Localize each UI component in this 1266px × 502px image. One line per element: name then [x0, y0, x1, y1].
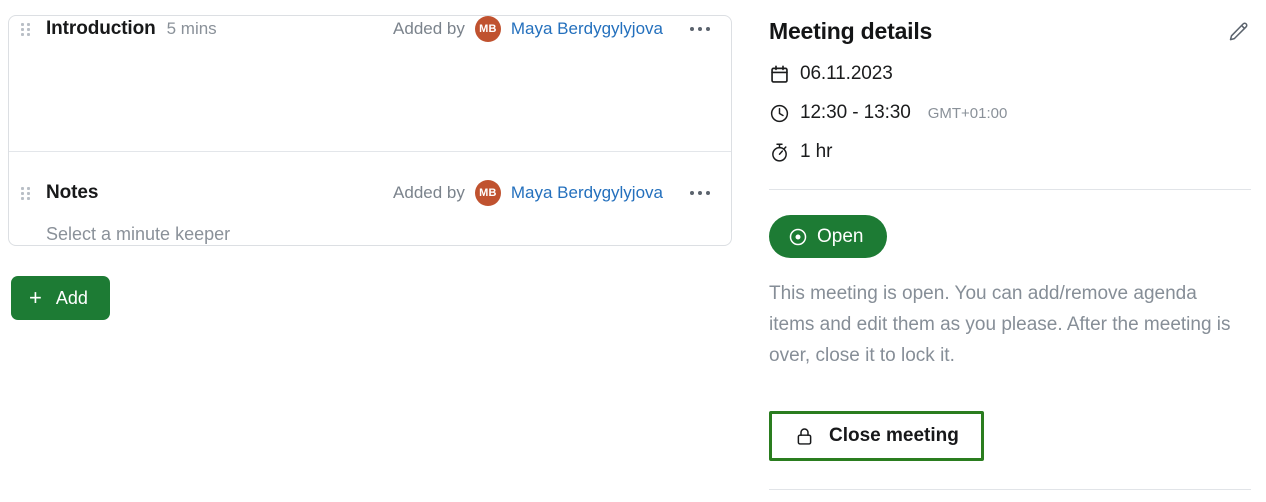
agenda-item-row[interactable]: Introduction 5 mins Added by MB Maya Ber… — [9, 16, 731, 151]
close-meeting-label: Close meeting — [829, 425, 959, 446]
agenda-item-duration: 5 mins — [166, 19, 217, 38]
add-button-label: Add — [55, 287, 88, 308]
drag-handle-icon[interactable] — [21, 186, 35, 200]
added-by-label: Added by — [393, 183, 465, 202]
drag-handle-icon[interactable] — [21, 22, 35, 36]
record-circle-icon — [788, 227, 808, 247]
meeting-time-value: 12:30 - 13:30 — [800, 102, 911, 123]
meeting-timezone: GMT+01:00 — [927, 104, 1008, 122]
minute-keeper-selector[interactable]: Select a minute keeper — [46, 224, 717, 245]
agenda-item-row[interactable]: Notes Added by MB Maya Berdygylyjova Sel… — [9, 151, 731, 245]
meeting-duration-value: 1 hr — [800, 141, 833, 162]
lock-icon — [794, 426, 815, 447]
clock-icon — [769, 103, 790, 124]
stopwatch-icon — [769, 142, 790, 163]
avatar: MB — [474, 180, 501, 206]
status-badge: Open — [769, 215, 888, 258]
ellipsis-icon[interactable] — [683, 16, 717, 42]
add-button[interactable]: + Add — [11, 276, 110, 320]
status-description: This meeting is open. You can add/remove… — [769, 283, 1231, 366]
plus-icon: + — [29, 285, 42, 310]
meeting-date-row: 06.11.2023 — [769, 63, 1251, 85]
page-title: Meeting details — [769, 18, 933, 44]
author-link[interactable]: Maya Berdygylyjova — [511, 183, 663, 203]
close-meeting-button[interactable]: Close meeting — [769, 411, 984, 461]
ellipsis-icon[interactable] — [683, 180, 717, 206]
author-link[interactable]: Maya Berdygylyjova — [511, 19, 663, 39]
divider — [769, 189, 1251, 190]
agenda-item-title: Notes — [46, 182, 99, 203]
meeting-details-panel: Meeting details 06.11.2023 12:30 - 13:30… — [769, 18, 1251, 461]
agenda-item-meta: Added by MB Maya Berdygylyjova — [393, 180, 717, 206]
added-by-label: Added by — [393, 19, 465, 38]
meeting-duration-row: 1 hr — [769, 141, 1251, 163]
divider — [769, 489, 1251, 490]
avatar: MB — [474, 16, 501, 42]
details-header: Meeting details — [769, 18, 1251, 46]
pencil-icon[interactable] — [1225, 20, 1251, 46]
agenda-card: Introduction 5 mins Added by MB Maya Ber… — [8, 15, 732, 246]
meeting-date-value: 06.11.2023 — [800, 63, 893, 84]
calendar-icon — [769, 64, 790, 85]
status-badge-label: Open — [817, 225, 864, 247]
agenda-item-meta: Added by MB Maya Berdygylyjova — [393, 16, 717, 42]
agenda-column: Introduction 5 mins Added by MB Maya Ber… — [8, 15, 732, 320]
meeting-time-row: 12:30 - 13:30 GMT+01:00 — [769, 102, 1251, 124]
agenda-item-title: Introduction — [46, 18, 156, 39]
